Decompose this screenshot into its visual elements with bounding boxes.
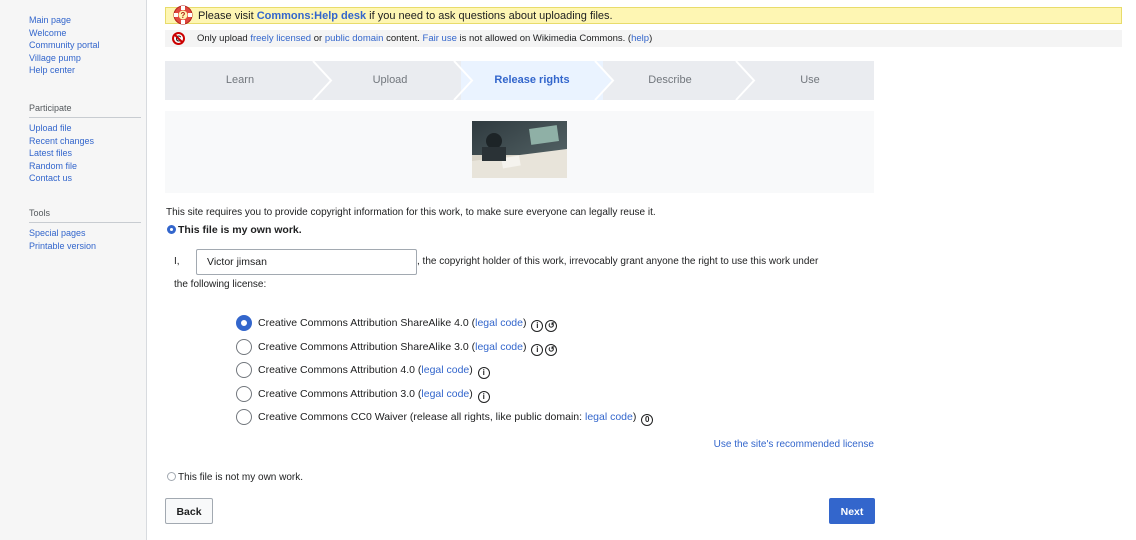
help-desk-link[interactable]: Commons:Help desk [257,10,366,22]
legal-code-link[interactable]: legal code [585,411,633,423]
license-label: Creative Commons Attribution 3.0 (legal … [258,386,490,403]
license-label: Creative Commons Attribution ShareAlike … [258,339,558,356]
help-lifebuoy-icon: ? [172,4,194,31]
sidebar-item-random-file[interactable]: Random file [29,160,141,173]
not-own-work-option[interactable]: This file is not my own work. [167,472,303,483]
notice-text: if you need to ask questions about uploa… [366,10,613,22]
public-domain-link[interactable]: public domain [325,33,384,44]
grant-prefix: I, [174,256,180,267]
help-desk-notice: ? Please visit Commons:Help desk if you … [165,5,1122,25]
step-learn: Learn [225,74,255,86]
own-work-radio[interactable] [167,225,176,234]
sidebar-item-village-pump[interactable]: Village pump [29,52,141,65]
sidebar-heading-participate: Participate [29,102,141,118]
sidebar-participate: Participate Upload file Recent changes L… [29,102,141,185]
step-release-rights: Release rights [494,74,570,86]
attribution-icon: i [477,390,490,403]
svg-text:?: ? [181,11,186,20]
license-notice-text: Only upload freely licensed or public do… [197,30,652,47]
fair-use-link[interactable]: Fair use [423,33,457,44]
no-copyright-icon: C [172,32,185,51]
license-radio-cc-by-sa-4[interactable] [236,315,252,331]
own-work-option[interactable]: This file is my own work. [167,224,302,236]
step-use: Use [800,74,820,86]
license-text: ) [522,340,527,353]
license-radio-cc-by-4[interactable] [236,362,252,378]
sidebar: Main page Welcome Community portal Villa… [0,0,147,540]
license-text: Creative Commons CC0 Waiver (release all… [258,411,585,423]
grant-line2: the following license: [174,279,267,290]
own-work-label: This file is my own work. [178,224,302,236]
sidebar-item-special-pages[interactable]: Special pages [29,227,141,240]
notice-text: content. [383,33,423,44]
step-describe: Describe [648,74,692,86]
grant-suffix: , the copyright holder of this work, irr… [417,256,819,267]
license-radio-cc-by-sa-3[interactable] [236,338,252,355]
next-button[interactable]: Next [829,498,875,524]
sidebar-navigation: Main page Welcome Community portal Villa… [29,14,141,77]
legal-code-link[interactable]: legal code [475,317,523,329]
sidebar-item-recent-changes[interactable]: Recent changes [29,135,141,148]
step-upload: Upload [372,74,408,86]
sidebar-item-help-center[interactable]: Help center [29,64,141,77]
author-name-input[interactable] [196,249,417,275]
recommended-license-link[interactable]: Use the site's recommended license [714,439,874,450]
sidebar-item-welcome[interactable]: Welcome [29,27,141,40]
sidebar-item-main-page[interactable]: Main page [29,14,141,27]
attribution-icon: i [477,367,490,379]
license-text: ) [469,387,473,400]
back-button[interactable]: Back [165,498,213,524]
license-label: Creative Commons Attribution 4.0 (legal … [258,362,490,379]
notice-text: or [311,33,325,44]
notice-text: is not allowed on Wikimedia Commons. ( [456,33,632,44]
copyright-intro: This site requires you to provide copyri… [166,207,656,218]
zero-icon: 0 [641,414,654,426]
uploaded-file-thumbnail [472,121,567,178]
file-preview-area [165,111,874,193]
attribution-icon: i [531,343,544,356]
license-text: ) [469,364,473,376]
sidebar-item-community-portal[interactable]: Community portal [29,39,141,52]
legal-code-link[interactable]: legal code [421,364,469,376]
attribution-icon: i [531,320,544,332]
license-text: ) [632,411,637,423]
license-radio-cc0[interactable] [236,409,252,425]
upload-steps: Learn Upload Release rights Describe Use [165,61,874,100]
sidebar-heading-tools: Tools [29,207,141,223]
sharealike-icon: ↺ [545,320,558,332]
not-own-work-label: This file is not my own work. [178,472,304,483]
sidebar-item-latest-files[interactable]: Latest files [29,147,141,160]
notice-text: Only upload [197,33,251,44]
sharealike-icon: ↺ [545,343,558,356]
notice-text: Please visit [198,10,257,22]
not-own-work-radio[interactable] [167,472,176,481]
license-text: ) [522,317,527,329]
sidebar-item-upload-file[interactable]: Upload file [29,122,141,135]
help-link[interactable]: help [631,33,649,44]
sidebar-item-printable-version[interactable]: Printable version [29,240,141,253]
license-label: Creative Commons Attribution ShareAlike … [258,315,558,332]
legal-code-link[interactable]: legal code [475,341,523,353]
license-text: Creative Commons Attribution ShareAlike … [258,317,476,329]
help-desk-notice-text: Please visit Commons:Help desk if you ne… [198,8,613,24]
license-text: Creative Commons Attribution ShareAlike … [258,340,476,353]
license-text: Creative Commons Attribution 3.0 ( [258,387,422,400]
freely-licensed-link[interactable]: freely licensed [250,33,311,44]
sidebar-tools: Tools Special pages Printable version [29,207,141,252]
license-notice: C Only upload freely licensed or public … [165,30,1122,47]
license-radio-cc-by-3[interactable] [236,385,252,402]
license-text: Creative Commons Attribution 4.0 ( [258,364,422,376]
license-label: Creative Commons CC0 Waiver (release all… [258,409,654,426]
notice-text: ) [649,33,653,44]
legal-code-link[interactable]: legal code [421,388,469,400]
sidebar-item-contact-us[interactable]: Contact us [29,172,141,185]
